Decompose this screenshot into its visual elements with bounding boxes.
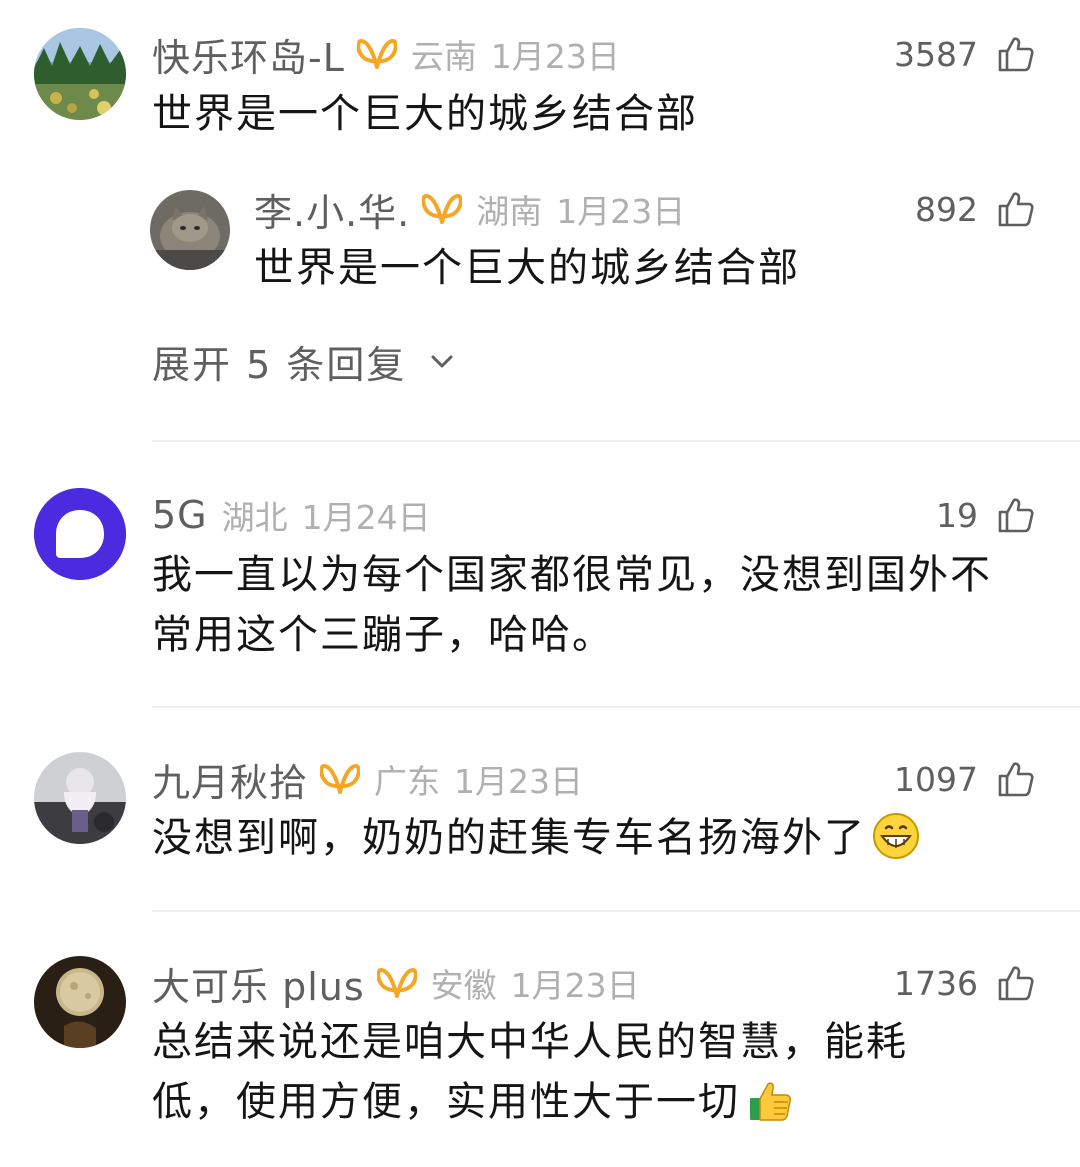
thumb-up-icon [996,190,1034,228]
date: 1月23日 [490,37,620,76]
like-button[interactable]: 3587 [894,31,1034,77]
vip-badge-icon [422,192,463,226]
divider [152,440,1080,442]
comment-meta: 快乐环岛-L 云南 1月23日 [152,31,620,80]
username[interactable]: 5G [152,493,208,537]
avatar[interactable] [34,956,126,1048]
username[interactable]: 快乐环岛-L [152,27,345,82]
date: 1月23日 [556,192,686,231]
thumb-up-icon [996,35,1034,73]
divider [152,910,1080,912]
thumb-up-icon [996,760,1034,798]
like-count: 1097 [894,759,978,799]
username[interactable]: 李.小.华. [254,182,410,237]
comment-meta: 大可乐 plus 安徽 1月23日 [152,960,640,1009]
comment-text-content: 总结来说还是咱大中华人民的智慧，能耗低，使用方便，实用性大于一切 [152,1019,908,1125]
date: 1月23日 [454,762,584,801]
comment-meta: 5G 湖北 1月24日 [152,492,431,538]
username[interactable]: 九月秋拾 [152,752,308,807]
date: 1月24日 [301,498,431,537]
divider [152,706,1080,708]
like-count: 1736 [894,963,978,1003]
avatar[interactable] [34,488,126,580]
comment-text: 没想到啊，奶奶的赶集专车名扬海外了 [152,808,1002,868]
comment-text: 我一直以为每个国家都很常见，没想到国外不常用这个三蹦子，哈哈。 [152,552,992,658]
avatar[interactable] [34,28,126,120]
avatar[interactable] [150,190,230,270]
chevron-down-icon [428,347,456,375]
thumbs-up-emoji-icon [746,1076,794,1124]
like-button[interactable]: 892 [915,186,1034,232]
comment-meta: 李.小.华. 湖南 1月23日 [254,186,686,235]
comment-text: 总结来说还是咱大中华人民的智慧，能耗低，使用方便，实用性大于一切 [152,1012,952,1132]
like-count: 892 [915,189,978,229]
like-button[interactable]: 19 [936,492,1034,538]
comment-text-content: 没想到啊，奶奶的赶集专车名扬海外了 [152,815,866,861]
like-count: 19 [936,495,978,535]
thumb-up-icon [996,964,1034,1002]
like-button[interactable]: 1736 [894,960,1034,1006]
avatar[interactable] [34,752,126,844]
like-count: 3587 [894,34,978,74]
vip-badge-icon [376,966,417,1000]
location: 安徽 [430,966,497,1005]
like-button[interactable]: 1097 [894,756,1034,802]
username[interactable]: 大可乐 plus [152,956,365,1011]
vip-badge-icon [320,762,361,796]
comment-meta: 九月秋拾 广东 1月23日 [152,756,584,805]
comment-text: 世界是一个巨大的城乡结合部 [152,91,698,137]
expand-replies-label: 展开 5 条回复 [152,342,407,387]
date: 1月23日 [510,966,640,1005]
location: 广东 [374,762,441,801]
thumb-up-icon [996,496,1034,534]
vip-badge-icon [356,37,397,71]
reply-text: 世界是一个巨大的城乡结合部 [254,245,800,291]
location: 湖南 [476,192,543,231]
location: 云南 [410,37,477,76]
location: 湖北 [221,498,288,537]
expand-replies-button[interactable]: 展开 5 条回复 [152,336,456,387]
grinning-face-icon [872,812,920,860]
